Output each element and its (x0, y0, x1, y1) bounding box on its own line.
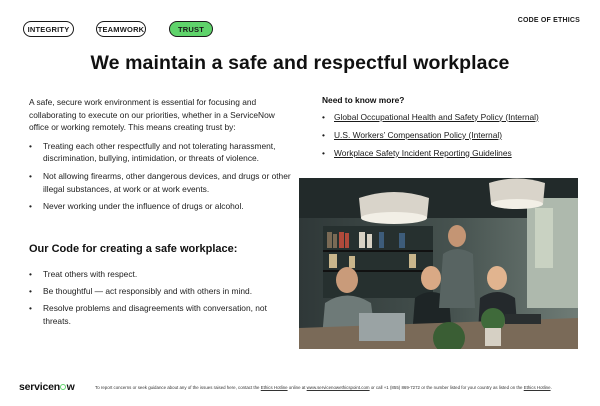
footer-text: . (550, 385, 552, 390)
ethicspoint-link[interactable]: www.servicenowethicspoint.com (307, 385, 370, 390)
list-item: U.S. Workers’ Compensation Policy (Inter… (322, 129, 582, 142)
code-list: Treat others with respect. Be thoughtful… (29, 268, 291, 327)
tab-label: TRUST (178, 24, 204, 34)
page-title: We maintain a safe and respectful workpl… (90, 52, 510, 74)
ethics-hotline-link[interactable]: Ethics Hotline (261, 385, 288, 390)
logo-text: servicen (19, 381, 61, 393)
footer-note: To report concerns or seek guidance abou… (95, 385, 552, 390)
list-item: Resolve problems and disagreements with … (29, 302, 291, 327)
footer-text: To report concerns or seek guidance abou… (95, 385, 261, 390)
logo-text: w (66, 381, 75, 393)
list-item: Treat others with respect. (29, 268, 291, 281)
servicenow-logo: servicen w (19, 381, 75, 393)
tab-teamwork[interactable]: TEAMWORK (96, 21, 146, 37)
list-item: Never working under the influence of dru… (29, 200, 291, 213)
resources-list: Global Occupational Health and Safety Po… (322, 111, 582, 160)
logo-o-icon (60, 384, 67, 390)
list-item: Workplace Safety Incident Reporting Guid… (322, 147, 582, 160)
document-title: CODE OF ETHICS (517, 17, 580, 24)
intro-section: A safe, secure work environment is essen… (29, 96, 291, 218)
list-item: Not allowing firearms, other dangerous d… (29, 170, 291, 195)
tab-label: TEAMWORK (97, 24, 145, 34)
list-item: Global Occupational Health and Safety Po… (322, 111, 582, 124)
code-section: Treat others with respect. Be thoughtful… (29, 268, 291, 332)
office-illustration (299, 178, 578, 349)
tab-trust[interactable]: TRUST (169, 21, 213, 37)
trust-list: Treating each other respectfully and not… (29, 140, 291, 213)
footer-text: online at (287, 385, 307, 390)
ethics-hotline-link-2[interactable]: Ethics Hotline (524, 385, 551, 390)
office-photo (299, 178, 578, 349)
intro-text: A safe, secure work environment is essen… (29, 97, 275, 133)
tab-integrity[interactable]: INTEGRITY (23, 21, 74, 37)
link-health-safety-policy[interactable]: Global Occupational Health and Safety Po… (334, 112, 539, 122)
link-incident-guidelines[interactable]: Workplace Safety Incident Reporting Guid… (334, 148, 512, 158)
tab-label: INTEGRITY (27, 24, 70, 34)
footer-text: or call +1 (855) 869-7272 or the number … (369, 385, 524, 390)
list-item: Be thoughtful — act responsibly and with… (29, 285, 291, 298)
resources-section: Need to know more? Global Occupational H… (322, 94, 582, 165)
code-heading: Our Code for creating a safe workplace: (29, 243, 238, 255)
footer: servicen w To report concerns or seek gui… (0, 378, 600, 398)
link-workers-comp-policy[interactable]: U.S. Workers’ Compensation Policy (Inter… (334, 130, 502, 140)
list-item: Treating each other respectfully and not… (29, 140, 291, 165)
resources-heading: Need to know more? (322, 95, 405, 105)
